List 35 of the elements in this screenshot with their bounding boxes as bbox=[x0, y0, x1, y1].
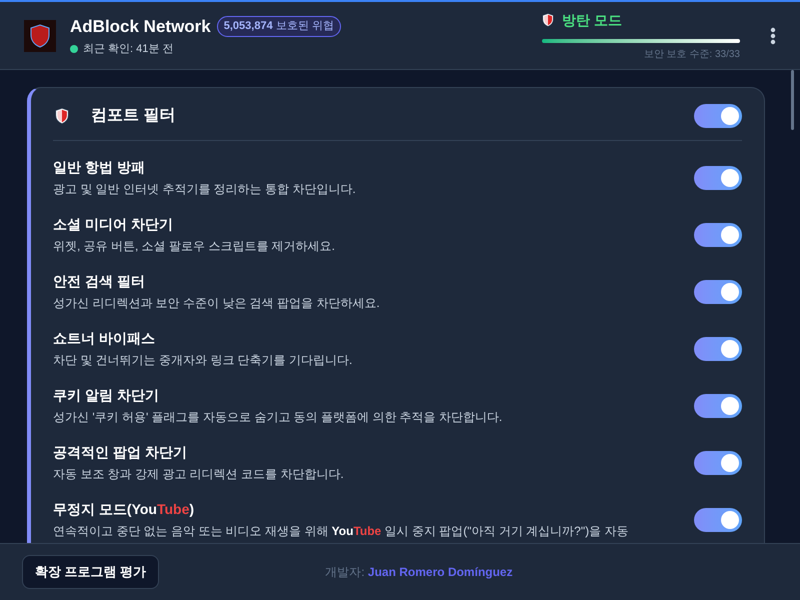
more-options-icon[interactable] bbox=[770, 26, 776, 44]
toggle-switch[interactable] bbox=[694, 450, 742, 474]
rate-extension-button[interactable]: 확장 프로그램 평가 bbox=[22, 555, 160, 589]
scrollbar-thumb bbox=[791, 70, 794, 130]
filter-title: 공격적인 팝업 차단기 bbox=[53, 443, 188, 462]
shield-icon bbox=[542, 13, 554, 27]
filter-description: 차단 및 건너뛰기는 중개자와 링크 단축기를 기다립니다. bbox=[53, 352, 352, 369]
filter-description: 자동 보조 창과 강제 광고 리디렉션 코드를 차단합니다. bbox=[53, 466, 344, 483]
toggle-switch[interactable] bbox=[694, 336, 742, 360]
filter-description: 성가신 '쿠키 허용' 플래그를 자동으로 숨기고 동의 플랫폼에 의한 추적을 차단합니다. bbox=[53, 409, 502, 426]
toggle-switch[interactable] bbox=[694, 508, 742, 532]
last-check-text: 최근 확인: 41분 전 bbox=[83, 42, 174, 57]
filter-title: 무정지 모드(YouTube) bbox=[53, 500, 196, 519]
filter-title: 소셜 미디어 차단기 bbox=[53, 215, 174, 234]
toggle-switch[interactable] bbox=[694, 280, 742, 304]
shield-icon bbox=[55, 107, 69, 125]
card-title: 컴포트 필터 bbox=[91, 106, 176, 126]
app-title: AdBlock Network bbox=[70, 16, 211, 38]
filter-title: 쿠키 알림 차단기 bbox=[53, 386, 160, 405]
filter-title: 쇼트너 바이패스 bbox=[53, 329, 156, 348]
toggle-switch[interactable] bbox=[694, 222, 742, 246]
logo-icon bbox=[24, 20, 56, 52]
toggle-switch[interactable] bbox=[694, 394, 742, 418]
mode-label: 방탄 모드 bbox=[562, 10, 622, 30]
filter-title: 일반 항법 방패 bbox=[53, 158, 146, 177]
toggle-switch[interactable] bbox=[694, 104, 742, 128]
developer-credit: 개발자: Juan Romero Domínguez bbox=[325, 564, 513, 581]
toggle-switch[interactable] bbox=[694, 166, 742, 190]
threat-count-badge: 5,053,874 보호된 위협 bbox=[216, 16, 341, 36]
filter-description: 위젯, 공유 버튼, 소셜 팔로우 스크립트를 제거하세요. bbox=[53, 238, 336, 255]
filter-description: 광고 및 일반 인터넷 추적기를 정리하는 통합 차단입니다. bbox=[53, 181, 356, 198]
filter-description: 연속적이고 중단 없는 음악 또는 비디오 재생을 위해 YouTube 일시 중지 팝업("아직 거기 계십니까?")을 자동 bbox=[53, 523, 628, 540]
filter-description: 성가신 리디렉션과 보안 수준이 낮은 검색 팝업을 차단하세요. bbox=[53, 295, 380, 312]
filter-title: 안전 검색 필터 bbox=[53, 272, 146, 291]
protection-level-text: 보안 보호 수준: 33/33 bbox=[644, 48, 740, 62]
